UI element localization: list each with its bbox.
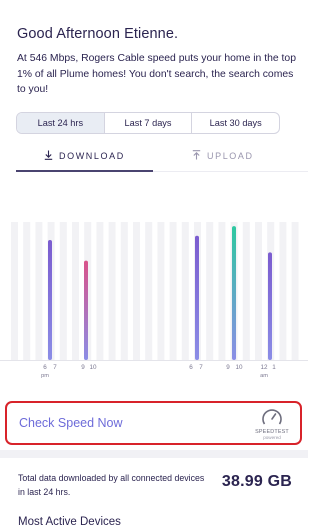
range-option-7d[interactable]: Last 7 days [105, 113, 193, 133]
tab-upload-label: UPLOAD [207, 151, 254, 161]
download-bar [84, 260, 88, 360]
greeting-title: Good Afternoon Etienne. [17, 26, 179, 42]
tab-download-label: DOWNLOAD [59, 151, 125, 161]
x-tick-label: 7 [53, 364, 57, 371]
check-speed-button[interactable]: Check Speed Now SPEEDTEST powered [5, 401, 302, 445]
grid-column [59, 222, 67, 360]
x-tick-label: 10 [235, 364, 243, 371]
range-option-24h[interactable]: Last 24 hrs [17, 113, 105, 133]
upload-icon [192, 150, 201, 162]
most-active-devices-title: Most Active Devices [18, 516, 121, 528]
grid-column [157, 222, 165, 360]
time-range-selector: Last 24 hrs Last 7 days Last 30 days [16, 112, 280, 134]
grid-column [23, 222, 31, 360]
range-option-30d[interactable]: Last 30 days [192, 113, 279, 133]
speedtest-badge-sub: powered [263, 435, 281, 440]
tab-download[interactable]: DOWNLOAD [44, 150, 125, 162]
download-icon [44, 150, 53, 162]
grid-column [11, 222, 18, 360]
grid-column [145, 222, 153, 360]
download-bar [48, 239, 52, 360]
grid-column [120, 222, 128, 360]
download-usage-chart: 6pm7 9 10 6 7 9 10 12am1 [0, 222, 308, 379]
x-tick-label: 1 [272, 364, 276, 371]
x-tick-sublabel: pm [41, 373, 49, 379]
grid-column [35, 222, 43, 360]
total-data-description: Total data downloaded by all connected d… [18, 473, 205, 497]
grid-column [206, 222, 214, 360]
section-separator [0, 450, 308, 458]
speedtest-gauge-icon [262, 409, 282, 425]
x-tick-label: 7 [199, 364, 203, 371]
grid-column [255, 222, 262, 360]
grid-column [181, 222, 189, 360]
download-bar [232, 226, 236, 360]
x-tick-label: 10 [89, 364, 97, 371]
total-data-value: 38.99 GB [221, 473, 292, 490]
x-tick-label: 6 [189, 364, 193, 371]
grid-column [291, 222, 299, 360]
grid-column [279, 222, 287, 360]
speedtest-badge: SPEEDTEST powered [253, 407, 291, 441]
grid-column [218, 222, 226, 360]
download-bar [195, 235, 199, 360]
active-tab-indicator [16, 170, 153, 172]
grid-column [96, 222, 104, 360]
grid-column [133, 222, 140, 360]
grid-column [72, 222, 79, 360]
x-tick-label: 9 [226, 364, 230, 371]
tab-upload[interactable]: UPLOAD [192, 150, 254, 162]
speed-summary: At 546 Mbps, Rogers Cable speed puts you… [17, 53, 296, 95]
x-tick-label: 9 [81, 364, 85, 371]
download-bar [268, 252, 272, 360]
x-tick-label: 6 [43, 364, 47, 371]
grid-column [242, 222, 250, 360]
x-tick-label: 12 [260, 364, 268, 371]
grid-column [108, 222, 116, 360]
grid-column [169, 222, 177, 360]
x-tick-sublabel: am [260, 373, 268, 379]
check-speed-label: Check Speed Now [19, 416, 123, 430]
